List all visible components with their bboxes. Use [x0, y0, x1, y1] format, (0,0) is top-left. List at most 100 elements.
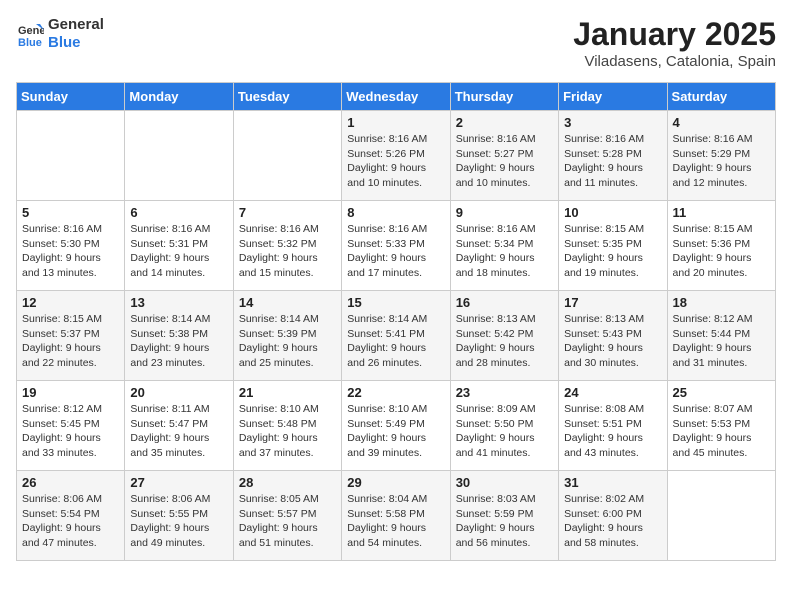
- calendar-title: January 2025: [573, 16, 776, 53]
- calendar-cell: 14 Sunrise: 8:14 AM Sunset: 5:39 PM Dayli…: [233, 291, 341, 381]
- calendar-cell: 23 Sunrise: 8:09 AM Sunset: 5:50 PM Dayli…: [450, 381, 558, 471]
- day-number: 4: [673, 115, 770, 130]
- header-thursday: Thursday: [450, 83, 558, 111]
- calendar-cell: 3 Sunrise: 8:16 AM Sunset: 5:28 PM Daylig…: [559, 111, 667, 201]
- day-number: 9: [456, 205, 553, 220]
- calendar-cell: 24Sunrise: 8:08 AM Sunset: 5:51 PM Dayli…: [559, 381, 667, 471]
- day-info: Sunrise: 8:11 AM Sunset: 5:47 PM Dayligh…: [130, 402, 227, 461]
- header-tuesday: Tuesday: [233, 83, 341, 111]
- calendar-body: 1 Sunrise: 8:16 AM Sunset: 5:26 PM Daylig…: [17, 111, 776, 561]
- day-number: 11: [673, 205, 770, 220]
- calendar-cell: 1 Sunrise: 8:16 AM Sunset: 5:26 PM Daylig…: [342, 111, 450, 201]
- calendar-cell: 17 Sunrise: 8:13 AM Sunset: 5:43 PM Dayli…: [559, 291, 667, 381]
- header-sunday: Sunday: [17, 83, 125, 111]
- calendar-cell: [125, 111, 233, 201]
- day-info: Sunrise: 8:14 AM Sunset: 5:39 PM Dayligh…: [239, 312, 336, 371]
- calendar-cell: 21Sunrise: 8:10 AM Sunset: 5:48 PM Dayli…: [233, 381, 341, 471]
- day-number: 28: [239, 475, 336, 490]
- header-friday: Friday: [559, 83, 667, 111]
- day-info: Sunrise: 8:13 AM Sunset: 5:43 PM Dayligh…: [564, 312, 661, 371]
- page-header: General Blue General Blue January 2025 V…: [16, 16, 776, 70]
- day-info: Sunrise: 8:16 AM Sunset: 5:32 PM Dayligh…: [239, 222, 336, 281]
- day-info: Sunrise: 8:14 AM Sunset: 5:41 PM Dayligh…: [347, 312, 444, 371]
- day-number: 17: [564, 295, 661, 310]
- day-number: 25: [673, 385, 770, 400]
- day-number: 22: [347, 385, 444, 400]
- calendar-cell: [17, 111, 125, 201]
- day-number: 10: [564, 205, 661, 220]
- day-number: 29: [347, 475, 444, 490]
- calendar-cell: 16Sunrise: 8:13 AM Sunset: 5:42 PM Dayli…: [450, 291, 558, 381]
- day-info: Sunrise: 8:16 AM Sunset: 5:31 PM Dayligh…: [130, 222, 227, 281]
- day-info: Sunrise: 8:06 AM Sunset: 5:55 PM Dayligh…: [130, 492, 227, 551]
- calendar-cell: 27Sunrise: 8:06 AM Sunset: 5:55 PM Dayli…: [125, 471, 233, 561]
- day-number: 14: [239, 295, 336, 310]
- calendar-cell: 18Sunrise: 8:12 AM Sunset: 5:44 PM Dayli…: [667, 291, 775, 381]
- day-info: Sunrise: 8:15 AM Sunset: 5:36 PM Dayligh…: [673, 222, 770, 281]
- week-row-3: 19 Sunrise: 8:12 AM Sunset: 5:45 PM Dayli…: [17, 381, 776, 471]
- calendar-cell: 5 Sunrise: 8:16 AM Sunset: 5:30 PM Daylig…: [17, 201, 125, 291]
- day-number: 12: [22, 295, 119, 310]
- calendar-cell: 6Sunrise: 8:16 AM Sunset: 5:31 PM Daylig…: [125, 201, 233, 291]
- calendar-cell: 8Sunrise: 8:16 AM Sunset: 5:33 PM Daylig…: [342, 201, 450, 291]
- calendar-cell: 20 Sunrise: 8:11 AM Sunset: 5:47 PM Dayli…: [125, 381, 233, 471]
- calendar-header-row: SundayMondayTuesdayWednesdayThursdayFrid…: [17, 83, 776, 111]
- day-info: Sunrise: 8:09 AM Sunset: 5:50 PM Dayligh…: [456, 402, 553, 461]
- day-info: Sunrise: 8:14 AM Sunset: 5:38 PM Dayligh…: [130, 312, 227, 371]
- day-info: Sunrise: 8:12 AM Sunset: 5:44 PM Dayligh…: [673, 312, 770, 371]
- day-number: 8: [347, 205, 444, 220]
- day-info: Sunrise: 8:16 AM Sunset: 5:30 PM Dayligh…: [22, 222, 119, 281]
- calendar-cell: 10 Sunrise: 8:15 AM Sunset: 5:35 PM Dayli…: [559, 201, 667, 291]
- day-info: Sunrise: 8:03 AM Sunset: 5:59 PM Dayligh…: [456, 492, 553, 551]
- day-info: Sunrise: 8:04 AM Sunset: 5:58 PM Dayligh…: [347, 492, 444, 551]
- calendar-cell: [667, 471, 775, 561]
- day-info: Sunrise: 8:12 AM Sunset: 5:45 PM Dayligh…: [22, 402, 119, 461]
- header-monday: Monday: [125, 83, 233, 111]
- day-number: 2: [456, 115, 553, 130]
- calendar-cell: 13Sunrise: 8:14 AM Sunset: 5:38 PM Dayli…: [125, 291, 233, 381]
- calendar-table: SundayMondayTuesdayWednesdayThursdayFrid…: [16, 82, 776, 561]
- day-info: Sunrise: 8:02 AM Sunset: 6:00 PM Dayligh…: [564, 492, 661, 551]
- logo: General Blue General Blue: [16, 16, 104, 52]
- day-number: 19: [22, 385, 119, 400]
- logo-line1: General: [48, 16, 104, 34]
- calendar-cell: 31Sunrise: 8:02 AM Sunset: 6:00 PM Dayli…: [559, 471, 667, 561]
- calendar-cell: 4 Sunrise: 8:16 AM Sunset: 5:29 PM Daylig…: [667, 111, 775, 201]
- day-info: Sunrise: 8:15 AM Sunset: 5:37 PM Dayligh…: [22, 312, 119, 371]
- day-number: 1: [347, 115, 444, 130]
- calendar-cell: 9 Sunrise: 8:16 AM Sunset: 5:34 PM Daylig…: [450, 201, 558, 291]
- calendar-cell: 11 Sunrise: 8:15 AM Sunset: 5:36 PM Dayli…: [667, 201, 775, 291]
- day-info: Sunrise: 8:16 AM Sunset: 5:34 PM Dayligh…: [456, 222, 553, 281]
- week-row-4: 26Sunrise: 8:06 AM Sunset: 5:54 PM Dayli…: [17, 471, 776, 561]
- day-number: 5: [22, 205, 119, 220]
- calendar-cell: 26Sunrise: 8:06 AM Sunset: 5:54 PM Dayli…: [17, 471, 125, 561]
- logo-icon: General Blue: [16, 20, 44, 48]
- calendar-cell: 29 Sunrise: 8:04 AM Sunset: 5:58 PM Dayli…: [342, 471, 450, 561]
- day-info: Sunrise: 8:08 AM Sunset: 5:51 PM Dayligh…: [564, 402, 661, 461]
- day-info: Sunrise: 8:16 AM Sunset: 5:27 PM Dayligh…: [456, 132, 553, 191]
- calendar-cell: 22 Sunrise: 8:10 AM Sunset: 5:49 PM Dayli…: [342, 381, 450, 471]
- day-info: Sunrise: 8:16 AM Sunset: 5:28 PM Dayligh…: [564, 132, 661, 191]
- day-info: Sunrise: 8:16 AM Sunset: 5:29 PM Dayligh…: [673, 132, 770, 191]
- day-number: 3: [564, 115, 661, 130]
- day-info: Sunrise: 8:16 AM Sunset: 5:26 PM Dayligh…: [347, 132, 444, 191]
- calendar-cell: 19 Sunrise: 8:12 AM Sunset: 5:45 PM Dayli…: [17, 381, 125, 471]
- day-number: 21: [239, 385, 336, 400]
- title-block: January 2025 Viladasens, Catalonia, Spai…: [573, 16, 776, 70]
- week-row-0: 1 Sunrise: 8:16 AM Sunset: 5:26 PM Daylig…: [17, 111, 776, 201]
- day-info: Sunrise: 8:15 AM Sunset: 5:35 PM Dayligh…: [564, 222, 661, 281]
- day-number: 23: [456, 385, 553, 400]
- calendar-cell: 28Sunrise: 8:05 AM Sunset: 5:57 PM Dayli…: [233, 471, 341, 561]
- day-number: 30: [456, 475, 553, 490]
- day-number: 26: [22, 475, 119, 490]
- calendar-cell: 25Sunrise: 8:07 AM Sunset: 5:53 PM Dayli…: [667, 381, 775, 471]
- calendar-cell: 30 Sunrise: 8:03 AM Sunset: 5:59 PM Dayli…: [450, 471, 558, 561]
- calendar-cell: 2 Sunrise: 8:16 AM Sunset: 5:27 PM Daylig…: [450, 111, 558, 201]
- day-number: 20: [130, 385, 227, 400]
- day-info: Sunrise: 8:10 AM Sunset: 5:49 PM Dayligh…: [347, 402, 444, 461]
- svg-text:Blue: Blue: [18, 37, 42, 48]
- calendar-cell: [233, 111, 341, 201]
- day-info: Sunrise: 8:13 AM Sunset: 5:42 PM Dayligh…: [456, 312, 553, 371]
- logo-line2: Blue: [48, 34, 104, 52]
- week-row-1: 5 Sunrise: 8:16 AM Sunset: 5:30 PM Daylig…: [17, 201, 776, 291]
